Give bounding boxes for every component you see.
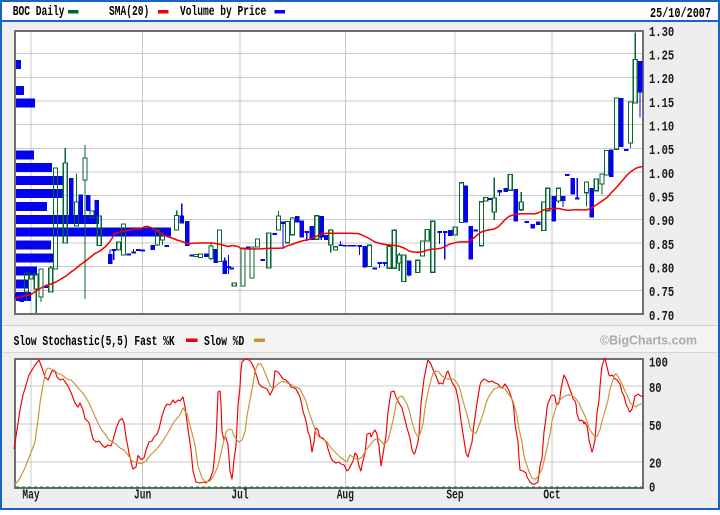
svg-text:1.15: 1.15 bbox=[649, 97, 674, 112]
svg-text:1.10: 1.10 bbox=[649, 120, 674, 135]
svg-text:Slow Stochastic(5,5) Fast %K: Slow Stochastic(5,5) Fast %K bbox=[14, 335, 176, 350]
svg-text:©BigCharts.com: ©BigCharts.com bbox=[600, 334, 697, 348]
svg-text:0.70: 0.70 bbox=[649, 310, 674, 325]
svg-text:100: 100 bbox=[649, 356, 668, 371]
svg-text:0.90: 0.90 bbox=[649, 215, 674, 230]
svg-text:0.80: 0.80 bbox=[649, 262, 674, 277]
svg-text:80: 80 bbox=[649, 382, 662, 397]
svg-text:1.05: 1.05 bbox=[649, 144, 674, 159]
svg-text:Volume by Price: Volume by Price bbox=[180, 5, 266, 20]
svg-text:0.85: 0.85 bbox=[649, 239, 674, 254]
svg-text:1.00: 1.00 bbox=[649, 168, 674, 183]
svg-text:May: May bbox=[22, 489, 39, 504]
svg-text:Slow %D: Slow %D bbox=[204, 335, 244, 350]
svg-text:0.75: 0.75 bbox=[649, 286, 674, 301]
svg-text:Sep: Sep bbox=[446, 489, 463, 504]
svg-text:50: 50 bbox=[649, 420, 662, 435]
svg-text:Jul: Jul bbox=[231, 489, 248, 504]
svg-text:25/10/2007: 25/10/2007 bbox=[650, 7, 711, 22]
svg-text:BOC Daily: BOC Daily bbox=[13, 5, 65, 20]
svg-text:20: 20 bbox=[649, 458, 662, 473]
svg-text:SMA(20): SMA(20) bbox=[109, 5, 149, 20]
svg-text:Oct: Oct bbox=[543, 489, 560, 504]
svg-text:1.30: 1.30 bbox=[649, 26, 674, 41]
svg-text:Jun: Jun bbox=[134, 489, 151, 504]
svg-text:0: 0 bbox=[649, 481, 655, 496]
svg-text:1.25: 1.25 bbox=[649, 49, 674, 64]
svg-text:0.95: 0.95 bbox=[649, 191, 674, 206]
svg-text:1.20: 1.20 bbox=[649, 73, 674, 88]
svg-text:Aug: Aug bbox=[337, 489, 354, 504]
